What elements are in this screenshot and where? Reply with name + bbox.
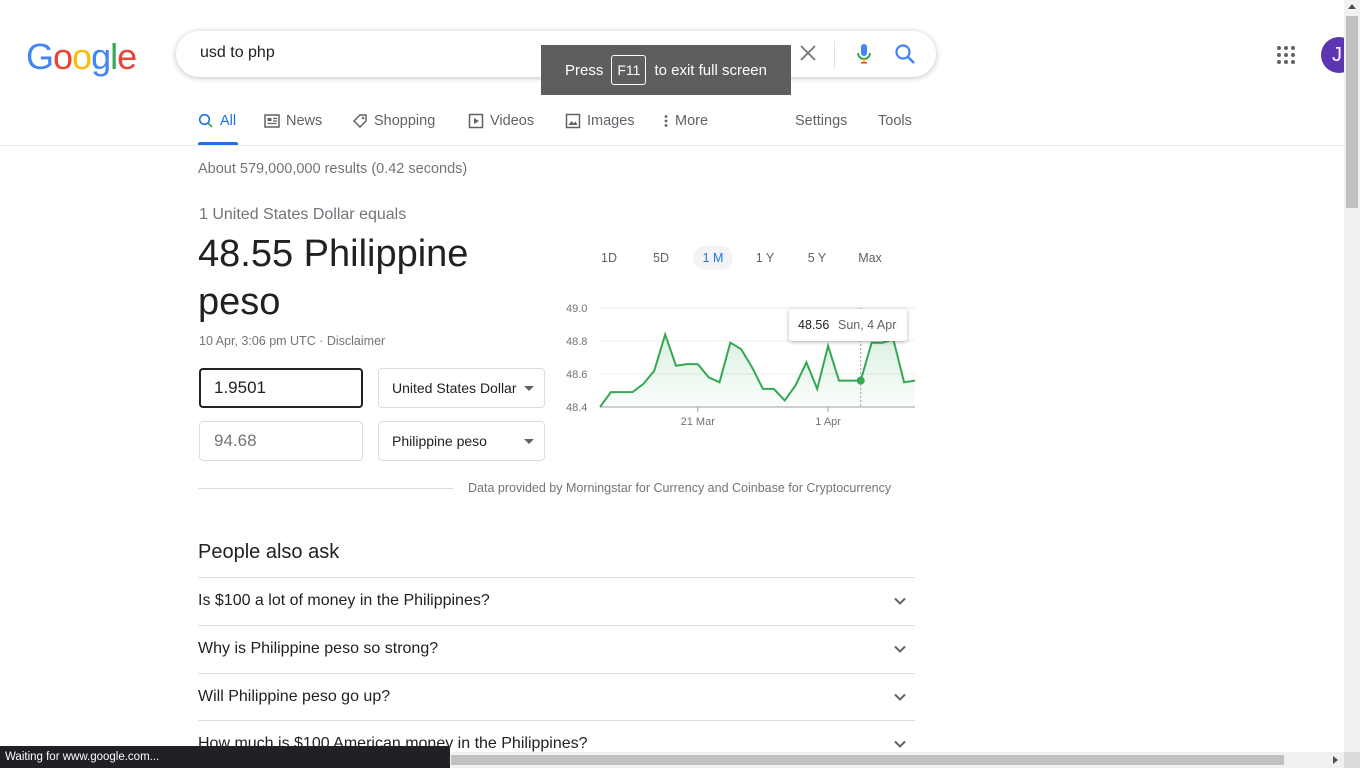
- google-logo[interactable]: Google: [26, 36, 137, 78]
- tab-all[interactable]: All: [198, 110, 236, 132]
- x-tick-label: 1 Apr: [815, 416, 841, 428]
- search-divider: [834, 41, 835, 69]
- tab-tools[interactable]: Tools: [878, 110, 912, 132]
- tab-videos[interactable]: Videos: [468, 110, 534, 132]
- tab-shopping[interactable]: Shopping: [352, 110, 435, 132]
- chart-area: [600, 334, 915, 407]
- tab-label: Images: [587, 113, 635, 129]
- to-currency-select[interactable]: Philippine peso: [378, 421, 545, 461]
- dropdown-caret-icon: [524, 439, 534, 444]
- tab-label: More: [675, 113, 709, 129]
- search-icon: [198, 113, 213, 128]
- status-bar: Waiting for www.google.com...: [0, 746, 450, 768]
- from-amount-input[interactable]: 1.9501: [199, 368, 363, 408]
- fullscreen-banner: Press F11 to exit full screen: [541, 45, 791, 95]
- chevron-down-icon: [894, 693, 906, 701]
- apps-grid-icon[interactable]: [1276, 45, 1296, 65]
- news-icon: [264, 114, 280, 128]
- tab-more[interactable]: More: [663, 110, 708, 132]
- tab-label: Settings: [795, 113, 848, 129]
- tab-label: All: [220, 113, 237, 129]
- tab-label: Shopping: [374, 113, 436, 129]
- y-tick-label: 48.4: [566, 402, 587, 414]
- logo-letter: G: [26, 36, 54, 77]
- play-icon: [468, 113, 484, 129]
- y-tick-label: 48.8: [566, 336, 587, 348]
- tag-icon: [352, 114, 367, 129]
- select-value: Philippine peso: [392, 433, 487, 449]
- scroll-up-icon[interactable]: [1348, 4, 1356, 9]
- logo-letter: o: [72, 36, 92, 77]
- tab-images[interactable]: Images: [565, 110, 635, 132]
- result-stats: About 579,000,000 results (0.42 seconds): [198, 161, 468, 177]
- chevron-down-icon: [894, 597, 906, 605]
- x-tick-label: 21 Mar: [681, 416, 716, 428]
- chevron-down-icon: [894, 740, 906, 748]
- dropdown-caret-icon: [524, 386, 534, 391]
- from-currency-select[interactable]: United States Dollar: [378, 368, 545, 408]
- tooltip-value: 48.56: [798, 318, 830, 332]
- banner-message: to exit full screen: [654, 61, 767, 79]
- logo-letter: e: [117, 36, 137, 77]
- tab-label: News: [286, 113, 323, 129]
- logo-letter: g: [91, 36, 111, 77]
- question-text: Is $100 a lot of money in the Philippine…: [198, 592, 490, 609]
- search-icon[interactable]: [894, 43, 916, 65]
- scroll-right-icon[interactable]: [1333, 756, 1338, 764]
- tab-label: Videos: [490, 113, 535, 129]
- chart-tooltip: 48.56 Sun, 4 Apr: [789, 309, 907, 341]
- range-5y[interactable]: 5 Y: [797, 246, 837, 270]
- source-divider: [198, 488, 453, 489]
- range-1m[interactable]: 1 M: [693, 246, 733, 270]
- vertical-scrollbar[interactable]: [1344, 0, 1360, 752]
- tab-label: Tools: [878, 113, 912, 129]
- search-input[interactable]: usd to php: [200, 44, 275, 62]
- question-text: Will Philippine peso go up?: [198, 688, 391, 705]
- more-vert-icon: [664, 115, 668, 127]
- people-also-ask-title: People also ask: [198, 541, 340, 563]
- list-item[interactable]: Will Philippine peso go up?: [198, 673, 915, 721]
- range-5d[interactable]: 5D: [641, 246, 681, 270]
- list-item[interactable]: Is $100 a lot of money in the Philippine…: [198, 577, 915, 625]
- conversion-date: 10 Apr, 3:06 pm UTC · Disclaimer: [199, 334, 386, 348]
- chevron-down-icon: [894, 645, 906, 653]
- conversion-label: 1 United States Dollar equals: [199, 206, 407, 223]
- range-max[interactable]: Max: [850, 246, 890, 270]
- y-tick-label: 49.0: [566, 303, 587, 315]
- y-tick-label: 48.6: [566, 369, 587, 381]
- logo-letter: l: [110, 36, 118, 77]
- logo-letter: o: [53, 36, 73, 77]
- image-icon: [565, 113, 581, 129]
- disclaimer-link[interactable]: Disclaimer: [327, 334, 385, 348]
- question-text: Why is Philippine peso so strong?: [198, 640, 439, 657]
- scrollbar-corner: [1344, 752, 1360, 768]
- conversion-result: 48.55 Philippine peso: [198, 233, 469, 323]
- chart-highlight-point: [856, 376, 865, 385]
- data-source: Data provided by Morningstar for Currenc…: [468, 481, 892, 495]
- header-divider: [0, 145, 1344, 146]
- mic-icon[interactable]: [852, 42, 876, 66]
- tooltip-date: Sun, 4 Apr: [838, 318, 897, 332]
- scrollbar-thumb[interactable]: [451, 755, 1284, 765]
- tab-news[interactable]: News: [264, 110, 322, 132]
- clear-icon[interactable]: [798, 43, 818, 63]
- date-text: 10 Apr, 3:06 pm UTC: [199, 334, 316, 348]
- banner-key: F11: [611, 55, 647, 85]
- banner-press: Press: [565, 61, 604, 79]
- list-item[interactable]: Why is Philippine peso so strong?: [198, 625, 915, 673]
- select-value: United States Dollar: [392, 380, 517, 396]
- range-1d[interactable]: 1D: [589, 246, 629, 270]
- to-amount-input[interactable]: 94.68: [199, 421, 363, 461]
- tab-settings[interactable]: Settings: [795, 110, 847, 132]
- range-1y[interactable]: 1 Y: [745, 246, 785, 270]
- scrollbar-thumb[interactable]: [1346, 16, 1358, 208]
